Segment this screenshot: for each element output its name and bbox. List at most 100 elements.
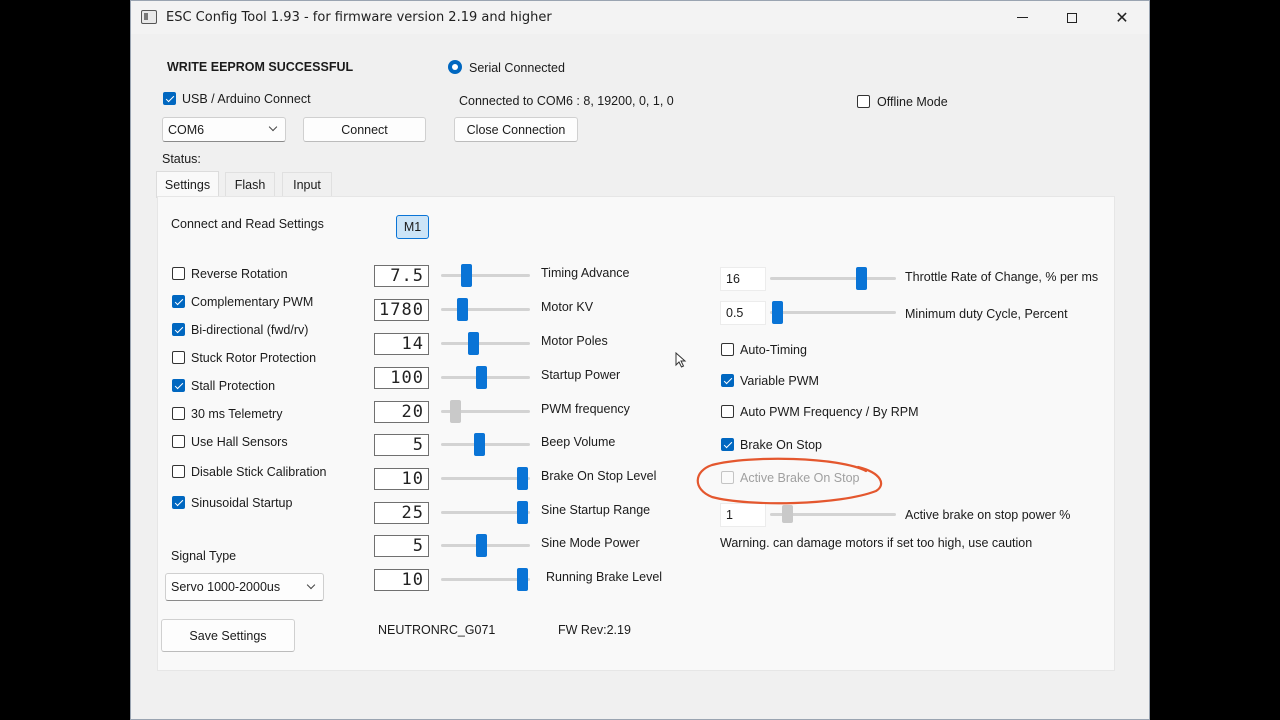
feature-checkbox[interactable] — [172, 267, 185, 280]
chevron-down-icon — [268, 122, 278, 132]
slider-thumb[interactable] — [476, 366, 488, 389]
slider-label: Sine Mode Power — [541, 536, 640, 550]
min-duty-label: Minimum duty Cycle, Percent — [905, 307, 1068, 321]
signal-type-select[interactable]: Servo 1000-2000us — [165, 573, 324, 601]
min-duty-slider-thumb[interactable] — [772, 301, 784, 324]
warning-text: Warning. can damage motors if set too hi… — [720, 536, 1033, 550]
slider-thumb[interactable] — [516, 568, 528, 591]
minimize-button[interactable] — [997, 1, 1047, 34]
feature-checkbox[interactable] — [172, 496, 185, 509]
status-message: WRITE EEPROM SUCCESSFUL — [167, 60, 354, 74]
feature-checkbox[interactable] — [172, 407, 185, 420]
slider-thumb[interactable] — [516, 467, 528, 490]
active-brake-power-label: Active brake on stop power % — [905, 508, 1071, 522]
close-connection-button[interactable]: Close Connection — [454, 117, 578, 142]
value-display: 25 — [374, 502, 429, 524]
slider-track[interactable] — [441, 274, 530, 277]
slider-label: Motor KV — [541, 300, 594, 314]
slider-label: Beep Volume — [541, 435, 616, 449]
save-settings-button[interactable]: Save Settings — [161, 619, 295, 652]
feature-checkbox-label: Complementary PWM — [191, 295, 314, 309]
chevron-down-icon — [306, 580, 316, 590]
option-checkbox-label: Auto-Timing — [740, 343, 807, 357]
value-display: 7.5 — [374, 265, 429, 287]
option-checkbox-label: Variable PWM — [740, 374, 819, 388]
port-select[interactable]: COM6 — [162, 117, 286, 142]
serial-connected-radio[interactable] — [448, 60, 462, 74]
value-display: 5 — [374, 434, 429, 456]
option-checkbox[interactable] — [721, 343, 734, 356]
slider-label: Motor Poles — [541, 334, 608, 348]
mouse-cursor-icon — [675, 352, 687, 368]
option-checkbox[interactable] — [721, 438, 734, 451]
active-brake-power-slider-thumb[interactable] — [781, 505, 793, 523]
serial-connected-label: Serial Connected — [469, 61, 565, 75]
feature-checkbox[interactable] — [172, 435, 185, 448]
motor-m1-button[interactable]: M1 — [396, 215, 429, 239]
slider-label: Startup Power — [541, 368, 621, 382]
value-display: 1780 — [374, 299, 429, 321]
feature-checkbox[interactable] — [172, 465, 185, 478]
slider-track[interactable] — [441, 443, 530, 446]
feature-checkbox[interactable] — [172, 295, 185, 308]
connect-read-label: Connect and Read Settings — [171, 217, 324, 231]
slider-thumb[interactable] — [476, 534, 488, 557]
close-icon: ✕ — [1115, 7, 1129, 27]
settings-panel: Connect and Read Settings M1 Reverse Rot… — [157, 196, 1115, 671]
connection-info: Connected to COM6 : 8, 19200, 0, 1, 0 — [459, 94, 674, 108]
close-button[interactable]: ✕ — [1097, 1, 1147, 34]
option-checkbox[interactable] — [721, 405, 734, 418]
slider-thumb[interactable] — [456, 298, 468, 321]
window-title: ESC Config Tool 1.93 - for firmware vers… — [166, 10, 552, 25]
feature-checkbox-label: Reverse Rotation — [191, 267, 288, 281]
port-select-value: COM6 — [168, 122, 205, 137]
feature-checkbox-label: Use Hall Sensors — [191, 435, 288, 449]
slider-track[interactable] — [441, 308, 530, 311]
device-name: NEUTRONRC_G071 — [378, 623, 496, 637]
feature-checkbox-label: Bi-directional (fwd/rv) — [191, 323, 309, 337]
option-checkbox-label: Brake On Stop — [740, 438, 822, 452]
tab-flash[interactable]: Flash — [225, 172, 275, 197]
value-display: 5 — [374, 535, 429, 557]
usb-arduino-checkbox[interactable] — [163, 92, 176, 105]
connect-button[interactable]: Connect — [303, 117, 426, 142]
annotation-circle — [696, 457, 883, 505]
tab-input[interactable]: Input — [282, 172, 332, 197]
slider-label: Brake On Stop Level — [541, 469, 657, 483]
throttle-rate-label: Throttle Rate of Change, % per ms — [905, 270, 1099, 284]
slider-label: Timing Advance — [541, 266, 630, 280]
value-display: 14 — [374, 333, 429, 355]
option-checkbox[interactable] — [721, 374, 734, 387]
minimize-icon — [1016, 17, 1028, 18]
slider-thumb[interactable] — [516, 501, 528, 524]
slider-thumb[interactable] — [473, 433, 485, 456]
feature-checkbox[interactable] — [172, 351, 185, 364]
maximize-icon — [1067, 12, 1077, 23]
slider-thumb[interactable] — [450, 400, 462, 423]
feature-checkbox-label: Sinusoidal Startup — [191, 496, 293, 510]
firmware-revision: FW Rev:2.19 — [558, 623, 631, 637]
slider-label: PWM frequency — [541, 402, 630, 416]
throttle-rate-slider-track[interactable] — [770, 277, 896, 280]
feature-checkbox-label: Disable Stick Calibration — [191, 465, 327, 479]
throttle-rate-slider-thumb[interactable] — [856, 267, 868, 290]
feature-checkbox[interactable] — [172, 379, 185, 392]
feature-checkbox[interactable] — [172, 323, 185, 336]
client-area: WRITE EEPROM SUCCESSFUL Serial Connected… — [137, 34, 1141, 707]
min-duty-field[interactable]: 0.5 — [720, 301, 766, 325]
min-duty-slider-track[interactable] — [770, 311, 896, 314]
slider-label: Running Brake Level — [546, 570, 663, 584]
tab-settings[interactable]: Settings — [156, 171, 219, 198]
signal-type-label: Signal Type — [171, 549, 237, 563]
maximize-button[interactable] — [1047, 1, 1097, 34]
throttle-rate-field[interactable]: 16 — [720, 267, 766, 291]
offline-mode-checkbox[interactable] — [857, 95, 870, 108]
value-display: 100 — [374, 367, 429, 389]
slider-thumb[interactable] — [460, 264, 472, 287]
slider-track[interactable] — [441, 342, 530, 345]
slider-thumb[interactable] — [468, 332, 480, 355]
usb-arduino-label: USB / Arduino Connect — [182, 92, 311, 106]
value-display: 20 — [374, 401, 429, 423]
option-checkbox-label: Auto PWM Frequency / By RPM — [740, 405, 919, 419]
title-bar[interactable]: ESC Config Tool 1.93 - for firmware vers… — [131, 1, 1149, 34]
